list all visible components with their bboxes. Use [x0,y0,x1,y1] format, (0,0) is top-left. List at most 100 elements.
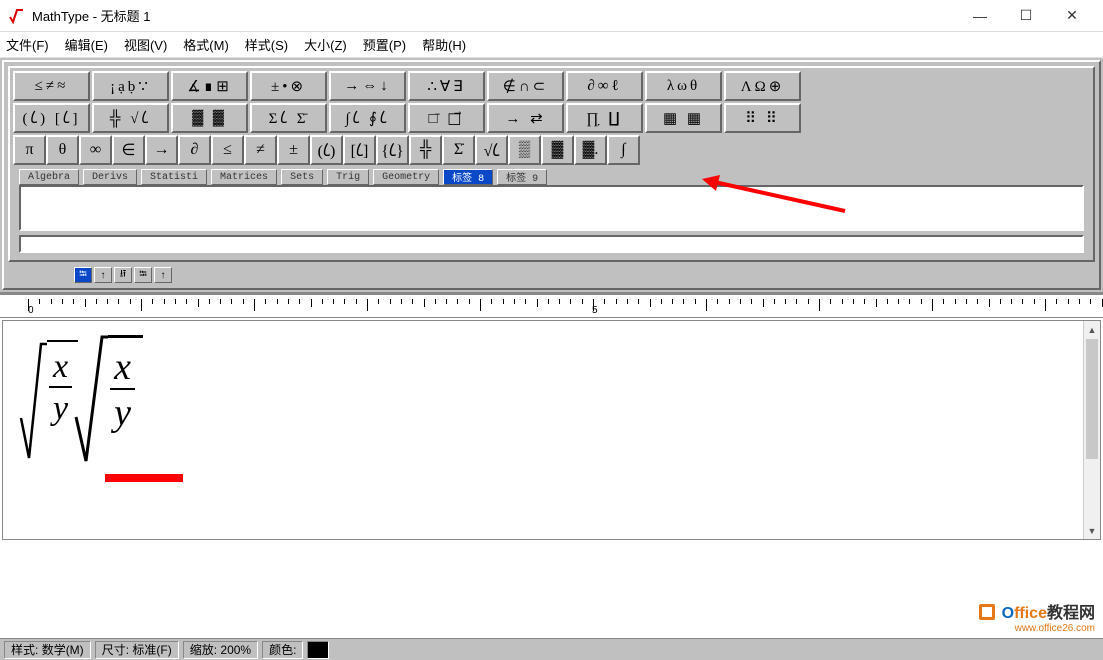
palette: ≤≠≈ ¡ạḅ∵ ∡∎⊞ ±•⊗ →⇔↓ ∴∀∃ ∉∩⊂ ∂∞ℓ λωθ ΛΩ⊕… [8,66,1095,262]
status-bar: 样式: 数学(M) 尺寸: 标准(F) 缩放: 200% 颜色: [0,638,1103,660]
vertical-scrollbar[interactable]: ▲ ▼ [1083,321,1100,539]
palette-matrix[interactable]: ▦ ▦ [645,103,722,133]
frac-2-den: y [110,390,135,434]
ruler[interactable]: 0 5 [0,294,1103,318]
palette-row-2: (𐑖) [𐑖] ╬ √𐑖 ▓ ▓ Σ𐑖 Σ̄ ∫𐑖 ∮𐑖 □̄ □⃗ → ⇄ ∏… [13,103,1090,133]
palette-overbar[interactable]: □̄ □⃗ [408,103,485,133]
palette-arrows[interactable]: →⇔↓ [329,71,406,101]
tab-content-lower[interactable] [19,235,1084,253]
palette-greek-upper[interactable]: ΛΩ⊕ [724,71,801,101]
palette-fractions[interactable]: ╬ √𐑖 [92,103,169,133]
sym-box2[interactable]: ▓ [541,135,574,165]
frac-1-den: y [49,388,72,428]
menu-bar: 文件(F) 编辑(E) 视图(V) 格式(M) 样式(S) 大小(Z) 预置(P… [0,32,1103,58]
sym-sqrt[interactable]: √𐑖 [475,135,508,165]
frac-1: x y [49,348,72,428]
sqrt-2: x y [74,335,143,465]
status-color-swatch[interactable] [307,641,329,659]
menu-preset[interactable]: 预置(P) [363,35,406,54]
sym-leq[interactable]: ≤ [211,135,244,165]
tab-trig[interactable]: Trig [327,169,369,185]
sym-sum[interactable]: Σ̇ [442,135,475,165]
sym-theta[interactable]: θ [46,135,79,165]
palette-spaces[interactable]: ¡ạḅ∵ [92,71,169,101]
palette-integral[interactable]: ∫𐑖 ∮𐑖 [329,103,406,133]
minimize-button[interactable]: — [957,1,1003,31]
tab-geometry[interactable]: Geometry [373,169,439,185]
sym-brace[interactable]: {𐑖} [376,135,409,165]
palette-logic[interactable]: ∴∀∃ [408,71,485,101]
palette-relations[interactable]: ≤≠≈ [13,71,90,101]
status-color-label[interactable]: 颜色: [262,641,303,659]
sym-partial[interactable]: ∂ [178,135,211,165]
tab-content-upper[interactable] [19,185,1084,231]
watermark: OOffice教程网ffice教程网 www.office26.com [977,599,1095,634]
palette-product[interactable]: ∏̣ ∐̣ [566,103,643,133]
tab-row: Algebra Derivs Statisti Matrices Sets Tr… [13,169,1090,185]
app-logo-icon [8,8,24,24]
frac-2-num: x [110,346,135,388]
maximize-button[interactable]: ☐ [1003,1,1049,31]
formula: x y x y [19,335,143,465]
scroll-thumb[interactable] [1086,339,1098,459]
menu-size[interactable]: 大小(Z) [304,35,347,54]
frac-2: x y [110,346,135,434]
tab-sets[interactable]: Sets [281,169,323,185]
menu-style[interactable]: 样式(S) [245,35,288,54]
sym-frac[interactable]: ╬ [409,135,442,165]
sym-infinity[interactable]: ∞ [79,135,112,165]
nav-up2-icon[interactable]: ↑ [154,267,172,283]
toolbar-area: ≤≠≈ ¡ạḅ∵ ∡∎⊞ ±•⊗ →⇔↓ ∴∀∃ ∉∩⊂ ∂∞ℓ λωθ ΛΩ⊕… [0,58,1103,294]
nav-center-icon[interactable]: ⭿ [114,267,132,283]
sym-pm[interactable]: ± [277,135,310,165]
sym-int[interactable]: ∫ [607,135,640,165]
palette-subsup[interactable]: ▓ ▓ [171,103,248,133]
annotation-underline [105,474,183,482]
sym-box1[interactable]: ▒ [508,135,541,165]
menu-view[interactable]: 视图(V) [124,35,167,54]
tab-9[interactable]: 标签 9 [497,169,547,185]
palette-fences[interactable]: (𐑖) [𐑖] [13,103,90,133]
palette-operators[interactable]: ±•⊗ [250,71,327,101]
close-button[interactable]: ✕ [1049,1,1095,31]
tab-matrices[interactable]: Matrices [211,169,277,185]
palette-misc[interactable]: ∂∞ℓ [566,71,643,101]
equation-editor[interactable]: x y x y ▲ ▼ [2,320,1101,540]
status-size[interactable]: 尺寸: 标准(F) [95,641,179,659]
tab-algebra[interactable]: Algebra [19,169,79,185]
palette-embellish[interactable]: ∡∎⊞ [171,71,248,101]
tab-statisti[interactable]: Statisti [141,169,207,185]
sym-neq[interactable]: ≠ [244,135,277,165]
sym-arrow[interactable]: → [145,135,178,165]
palette-set[interactable]: ∉∩⊂ [487,71,564,101]
palette-row-1: ≤≠≈ ¡ạḅ∵ ∡∎⊞ ±•⊗ →⇔↓ ∴∀∃ ∉∩⊂ ∂∞ℓ λωθ ΛΩ⊕ [13,71,1090,101]
palette-sum[interactable]: Σ𐑖 Σ̄ [250,103,327,133]
nav-up-icon[interactable]: ↑ [94,267,112,283]
palette-greek-lower[interactable]: λωθ [645,71,722,101]
watermark-url: www.office26.com [977,623,1095,634]
sym-element[interactable]: ∈ [112,135,145,165]
nav-right-tab-icon[interactable]: ⭾ [134,267,152,283]
nav-left-tab-icon[interactable]: ⭾ [74,267,92,283]
menu-file[interactable]: 文件(F) [6,35,49,54]
status-zoom[interactable]: 缩放: 200% [183,641,258,659]
sym-bracket[interactable]: [𐑖] [343,135,376,165]
frac-1-num: x [49,348,72,386]
menu-format[interactable]: 格式(M) [183,35,229,54]
sym-box3[interactable]: ▓. [574,135,607,165]
window-title: MathType - 无标题 1 [32,6,150,25]
sym-pi[interactable]: π [13,135,46,165]
scroll-down-icon[interactable]: ▼ [1084,522,1100,539]
symbol-row: π θ ∞ ∈ → ∂ ≤ ≠ ± (𐑖) [𐑖] {𐑖} ╬ Σ̇ √𐑖 ▒ … [13,135,1090,165]
palette-boxes[interactable]: ⠿ ⠿ [724,103,801,133]
sym-paren[interactable]: (𐑖) [310,135,343,165]
nav-row: ⭾ ↑ ⭿ ⭾ ↑ [6,264,1097,286]
scroll-up-icon[interactable]: ▲ [1084,321,1100,338]
tab-derivs[interactable]: Derivs [83,169,137,185]
title-bar: MathType - 无标题 1 — ☐ ✕ [0,0,1103,32]
menu-edit[interactable]: 编辑(E) [65,35,108,54]
tab-8[interactable]: 标签 8 [443,169,493,185]
palette-labeled-arrow[interactable]: → ⇄ [487,103,564,133]
status-style[interactable]: 样式: 数学(M) [4,641,91,659]
menu-help[interactable]: 帮助(H) [422,35,466,54]
